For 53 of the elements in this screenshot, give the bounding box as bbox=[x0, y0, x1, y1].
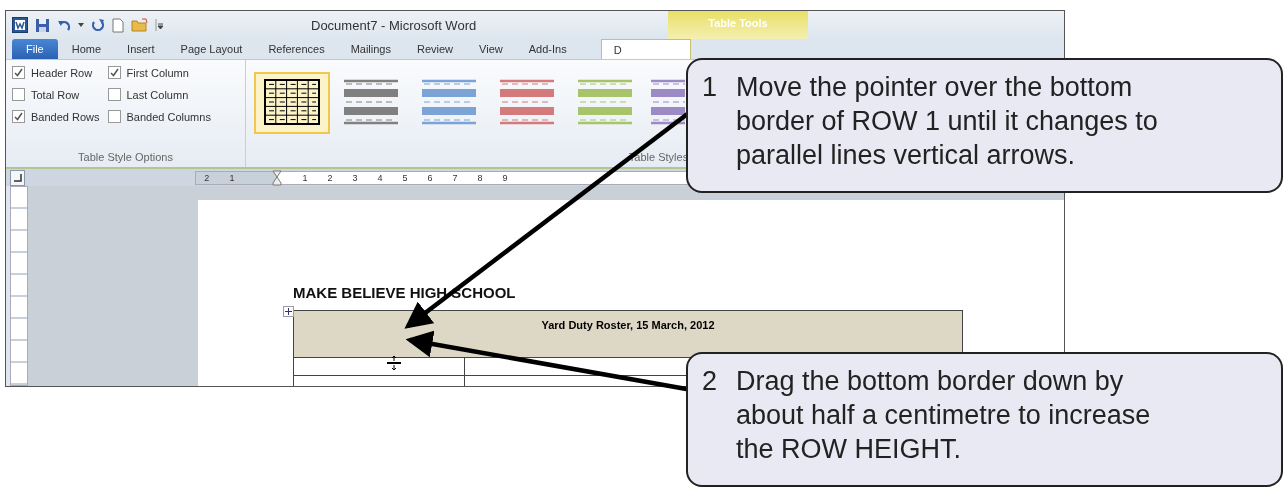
ribbon-tab[interactable]: Insert bbox=[115, 39, 167, 59]
ribbon-tab[interactable]: D bbox=[600, 39, 691, 59]
table-move-handle-icon[interactable] bbox=[283, 306, 294, 317]
checkbox[interactable] bbox=[12, 88, 25, 101]
checkbox-label: Banded Rows bbox=[31, 110, 100, 123]
ruler-number: 2 bbox=[204, 172, 210, 183]
checkbox-label: First Column bbox=[126, 66, 189, 79]
contextual-tab-header: Table Tools bbox=[668, 11, 808, 39]
ribbon-tab[interactable]: View bbox=[467, 39, 515, 59]
group-title: Table Style Options bbox=[78, 151, 173, 165]
ruler-number: 2 bbox=[327, 172, 333, 183]
ribbon-tab[interactable]: Home bbox=[59, 39, 114, 59]
ribbon-tab[interactable]: Add-Ins bbox=[516, 39, 579, 59]
ruler-number: 3 bbox=[352, 172, 358, 183]
checkbox[interactable] bbox=[107, 110, 121, 123]
ruler-number: 4 bbox=[377, 172, 383, 183]
checkbox[interactable] bbox=[107, 66, 121, 79]
checkbox-label: Header Row bbox=[31, 66, 93, 79]
callout-text: Move the pointer over the bottom border of ROW 1 until it changes to parallel lines vertical arrows. bbox=[736, 71, 1159, 172]
ruler-toggle-icon[interactable] bbox=[10, 169, 26, 186]
save-icon[interactable] bbox=[35, 17, 50, 33]
ruler-number: 7 bbox=[452, 172, 458, 183]
indent-marker-icon[interactable] bbox=[272, 169, 283, 186]
callout-text: Drag the bottom border down by about half a centimetre to increase the ROW HEIGHT. bbox=[736, 365, 1152, 466]
checkbox[interactable] bbox=[12, 110, 25, 123]
step-number: 1 bbox=[702, 71, 719, 104]
ruler-number: 6 bbox=[427, 172, 433, 183]
checkbox-label: Banded Columns bbox=[126, 110, 211, 123]
undo-icon[interactable] bbox=[57, 18, 71, 32]
checkbox-label: Total Row bbox=[31, 88, 80, 101]
checkbox-label: Last Column bbox=[126, 88, 189, 101]
checkbox[interactable] bbox=[12, 66, 25, 79]
redo-icon[interactable] bbox=[91, 18, 105, 32]
ribbon-tab[interactable]: References bbox=[256, 39, 337, 59]
customize-caret-icon[interactable] bbox=[155, 19, 163, 31]
ruler-number: 1 bbox=[302, 172, 308, 183]
ruler-number: 8 bbox=[477, 172, 483, 183]
ribbon-tab[interactable]: Mailings bbox=[338, 39, 403, 59]
table-style-thumbnail[interactable] bbox=[254, 72, 330, 134]
ribbon-tab[interactable]: Review bbox=[405, 39, 466, 59]
window-title: Document7 - Microsoft Word bbox=[311, 18, 477, 33]
checkbox[interactable] bbox=[107, 88, 121, 101]
new-document-icon[interactable] bbox=[112, 17, 124, 33]
ruler-number: 5 bbox=[402, 172, 408, 183]
resize-cursor-icon bbox=[386, 356, 402, 370]
dropdown-caret-icon[interactable] bbox=[78, 23, 84, 27]
ribbon-tab[interactable]: Page Layout bbox=[168, 39, 255, 59]
table-header-cell: Yard Duty Roster, 15 March, 2012 bbox=[293, 310, 963, 358]
ruler-number: 1 bbox=[229, 172, 235, 183]
ruler-number: 9 bbox=[502, 172, 508, 183]
word-logo-icon[interactable] bbox=[12, 17, 28, 33]
step-number: 2 bbox=[702, 365, 719, 398]
ribbon-tab[interactable]: File bbox=[12, 39, 58, 59]
